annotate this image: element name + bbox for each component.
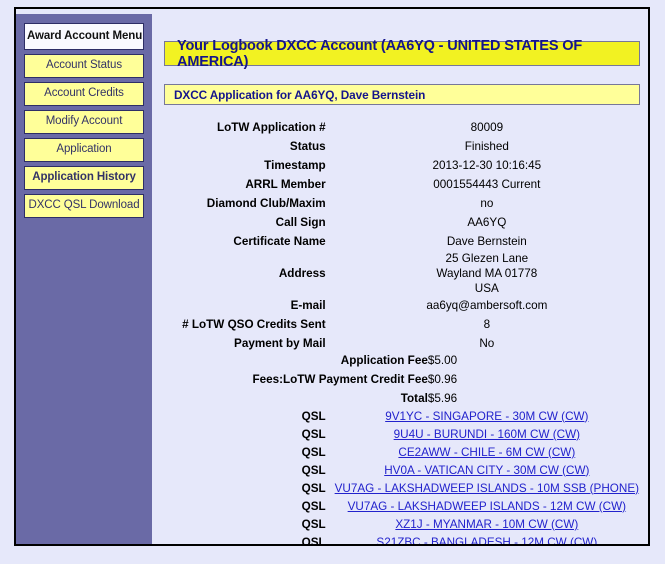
sidebar-item-account-status[interactable]: Account Status	[24, 54, 144, 78]
sidebar-item-label: Account Credits	[44, 87, 124, 99]
qsl-row: QSL VU7AG - LAKSHADWEEP ISLANDS - 10M SS…	[152, 479, 648, 497]
fees-table: Application Fee $5.00 Fees: LoTW Payment…	[152, 351, 648, 408]
qsl-value: S21ZBC - BANGLADESH - 12M CW (CW)	[326, 533, 648, 546]
fees-row: Application Fee $5.00	[152, 351, 648, 370]
qsl-row: QSL XZ1J - MYANMAR - 10M CW (CW)	[152, 515, 648, 533]
qsl-value: XZ1J - MYANMAR - 10M CW (CW)	[326, 515, 648, 533]
detail-label: # LoTW QSO Credits Sent	[152, 315, 326, 334]
qsl-label: QSL	[152, 425, 326, 443]
detail-label: Status	[152, 137, 326, 156]
page-title: Your Logbook DXCC Account (AA6YQ - UNITE…	[177, 38, 639, 70]
qsl-row: QSL HV0A - VATICAN CITY - 30M CW (CW)	[152, 461, 648, 479]
table-row-address: Address 25 Glezen Lane Wayland MA 01778 …	[152, 251, 648, 296]
fees-label-spacer	[152, 351, 283, 370]
content-pane: Your Logbook DXCC Account (AA6YQ - UNITE…	[152, 9, 648, 544]
detail-label: Address	[152, 251, 326, 296]
qsl-value: CE2AWW - CHILE - 6M CW (CW)	[326, 443, 648, 461]
detail-label: Diamond Club/Maxim	[152, 194, 326, 213]
qsl-value: VU7AG - LAKSHADWEEP ISLANDS - 10M SSB (P…	[326, 479, 648, 497]
sidebar-item-modify-account[interactable]: Modify Account	[24, 110, 144, 134]
table-row: ARRL Member 0001554443 Current	[152, 175, 648, 194]
fees-label-spacer	[152, 389, 283, 408]
table-row: LoTW Application # 80009	[152, 118, 648, 137]
detail-label: Timestamp	[152, 156, 326, 175]
detail-label: Call Sign	[152, 213, 326, 232]
sidebar-item-label: Application History	[32, 171, 136, 183]
table-row: Status Finished	[152, 137, 648, 156]
qsl-value: 9U4U - BURUNDI - 160M CW (CW)	[326, 425, 648, 443]
qsl-label: QSL	[152, 479, 326, 497]
qsl-link[interactable]: CE2AWW - CHILE - 6M CW (CW)	[398, 446, 575, 459]
detail-value-address: 25 Glezen Lane Wayland MA 01778 USA	[326, 251, 648, 296]
fees-row: Total $5.96	[152, 389, 648, 408]
qsl-row: QSL S21ZBC - BANGLADESH - 12M CW (CW)	[152, 533, 648, 546]
detail-label: ARRL Member	[152, 175, 326, 194]
fee-name: Application Fee	[283, 351, 428, 370]
sidebar-item-dxcc-qsl-download[interactable]: DXCC QSL Download	[24, 194, 144, 218]
section-title-banner: DXCC Application for AA6YQ, Dave Bernste…	[164, 84, 640, 105]
qsl-row: QSL VU7AG - LAKSHADWEEP ISLANDS - 12M CW…	[152, 497, 648, 515]
sidebar-item-application-history[interactable]: Application History	[24, 166, 144, 190]
qsl-label: QSL	[152, 461, 326, 479]
detail-label: E-mail	[152, 296, 326, 315]
qsl-link[interactable]: HV0A - VATICAN CITY - 30M CW (CW)	[384, 464, 589, 477]
sidebar-item-label: DXCC QSL Download	[28, 199, 139, 211]
sidebar-header-label: Award Account Menu	[27, 30, 142, 42]
detail-value: aa6yq@ambersoft.com	[326, 296, 648, 315]
sidebar-item-label: Modify Account	[46, 115, 123, 127]
table-row: Timestamp 2013-12-30 10:16:45	[152, 156, 648, 175]
table-row: Diamond Club/Maxim no	[152, 194, 648, 213]
application-detail-table: LoTW Application # 80009 Status Finished…	[152, 118, 648, 353]
sidebar-item-label: Account Status	[46, 59, 122, 71]
qsl-value: 9V1YC - SINGAPORE - 30M CW (CW)	[326, 407, 648, 425]
qsl-label: QSL	[152, 407, 326, 425]
qsl-label: QSL	[152, 443, 326, 461]
fee-name: LoTW Payment Credit Fee	[283, 370, 428, 389]
sidebar-header: Award Account Menu	[24, 23, 144, 50]
table-row: Certificate Name Dave Bernstein	[152, 232, 648, 251]
detail-label: LoTW Application #	[152, 118, 326, 137]
qsl-value: VU7AG - LAKSHADWEEP ISLANDS - 12M CW (CW…	[326, 497, 648, 515]
detail-label: Certificate Name	[152, 232, 326, 251]
detail-value: 8	[326, 315, 648, 334]
detail-value: 80009	[326, 118, 648, 137]
sidebar-item-label: Application	[56, 143, 111, 155]
sidebar: Award Account Menu Account Status Accoun…	[16, 14, 152, 544]
qsl-link[interactable]: VU7AG - LAKSHADWEEP ISLANDS - 10M SSB (P…	[335, 482, 639, 495]
sidebar-item-application[interactable]: Application	[24, 138, 144, 162]
qsl-link[interactable]: S21ZBC - BANGLADESH - 12M CW (CW)	[376, 536, 597, 547]
fees-label: Fees:	[152, 370, 283, 389]
detail-value: AA6YQ	[326, 213, 648, 232]
qsl-link[interactable]: 9V1YC - SINGAPORE - 30M CW (CW)	[385, 410, 588, 423]
fee-amount-total: $5.96	[428, 389, 648, 408]
qsl-label: QSL	[152, 497, 326, 515]
detail-value: Finished	[326, 137, 648, 156]
table-row: # LoTW QSO Credits Sent 8	[152, 315, 648, 334]
table-row: Call Sign AA6YQ	[152, 213, 648, 232]
section-title: DXCC Application for AA6YQ, Dave Bernste…	[174, 88, 425, 102]
qsl-row: QSL CE2AWW - CHILE - 6M CW (CW)	[152, 443, 648, 461]
qsl-link[interactable]: XZ1J - MYANMAR - 10M CW (CW)	[395, 518, 578, 531]
detail-value: no	[326, 194, 648, 213]
qsl-value: HV0A - VATICAN CITY - 30M CW (CW)	[326, 461, 648, 479]
fee-name-total: Total	[283, 389, 428, 408]
fee-amount: $0.96	[428, 370, 648, 389]
sidebar-item-account-credits[interactable]: Account Credits	[24, 82, 144, 106]
table-row: E-mail aa6yq@ambersoft.com	[152, 296, 648, 315]
page-frame: Award Account Menu Account Status Accoun…	[14, 7, 650, 546]
qsl-link[interactable]: VU7AG - LAKSHADWEEP ISLANDS - 12M CW (CW…	[348, 500, 626, 513]
fee-amount: $5.00	[428, 351, 648, 370]
page-title-banner: Your Logbook DXCC Account (AA6YQ - UNITE…	[164, 41, 640, 66]
fees-row: Fees: LoTW Payment Credit Fee $0.96	[152, 370, 648, 389]
qsl-row: QSL 9U4U - BURUNDI - 160M CW (CW)	[152, 425, 648, 443]
qsl-label: QSL	[152, 533, 326, 546]
qsl-row: QSL 9V1YC - SINGAPORE - 30M CW (CW)	[152, 407, 648, 425]
detail-value: 2013-12-30 10:16:45	[326, 156, 648, 175]
qsl-label: QSL	[152, 515, 326, 533]
qsl-table: QSL 9V1YC - SINGAPORE - 30M CW (CW) QSL …	[152, 407, 648, 546]
detail-value: 0001554443 Current	[326, 175, 648, 194]
qsl-link[interactable]: 9U4U - BURUNDI - 160M CW (CW)	[394, 428, 580, 441]
detail-value: Dave Bernstein	[326, 232, 648, 251]
